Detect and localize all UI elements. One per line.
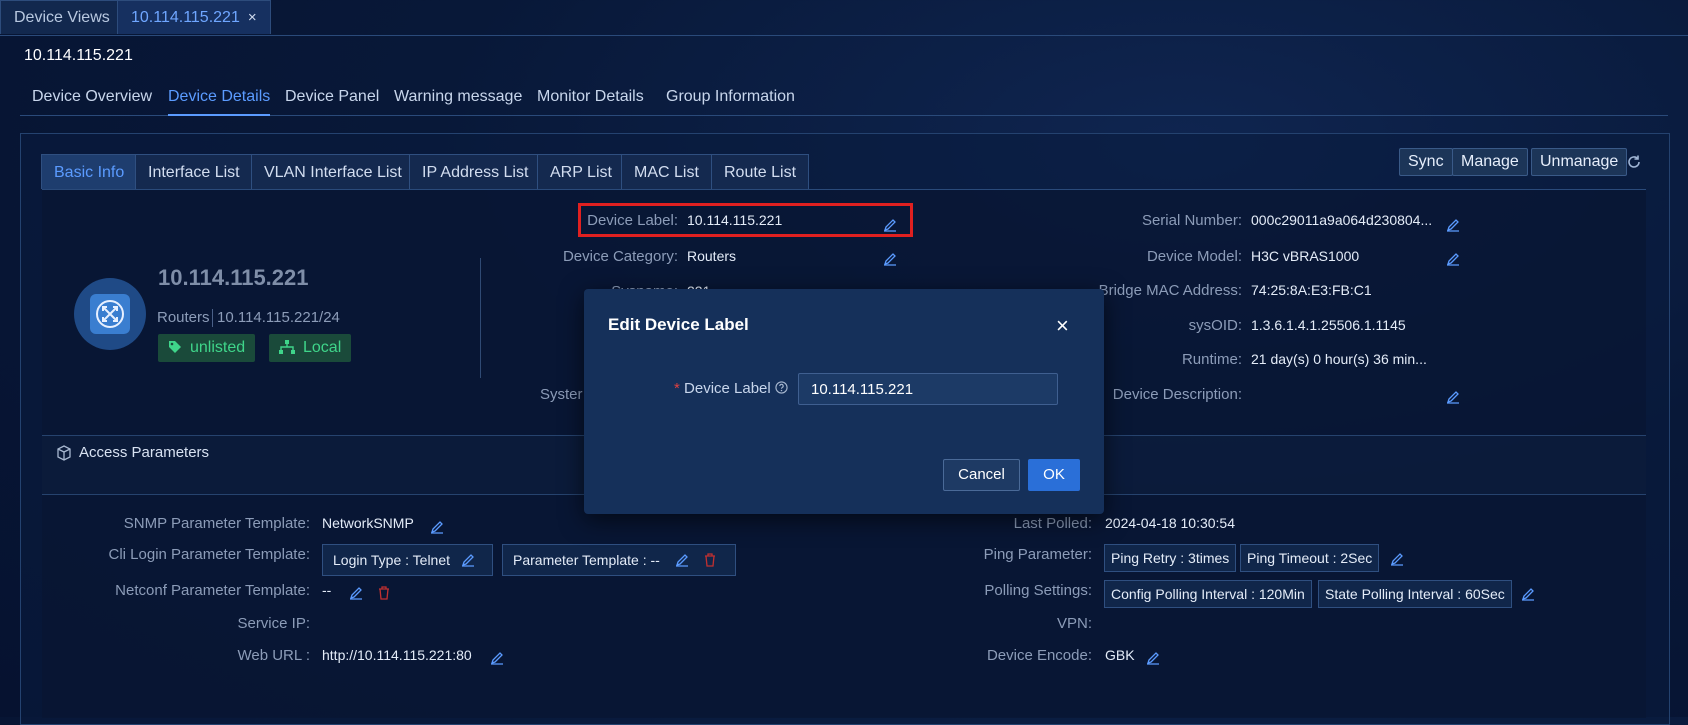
highlight-box [578,203,913,237]
ping-retry: Ping Retry : 3times [1104,544,1237,572]
device-model-value: H3C vBRAS1000 [1251,248,1360,264]
runtime-value: 21 day(s) 0 hour(s) 36 min... [1251,351,1427,367]
device-model-label: Device Model: [1146,248,1242,265]
tab-vlan-interface-list[interactable]: VLAN Interface List [251,154,415,189]
parameter-template-text: Parameter Template : -- [513,552,660,568]
device-category-label: Device Category: [562,248,678,265]
edit-pencil-icon[interactable] [1446,218,1460,232]
help-icon[interactable] [775,381,788,394]
hierarchy-icon [279,336,295,354]
sync-button[interactable]: Sync [1399,148,1453,176]
tab-monitor-details[interactable]: Monitor Details [537,88,644,114]
edit-pencil-icon[interactable] [1446,252,1460,266]
polling-settings-label: Polling Settings: [984,582,1092,599]
sysoid-value: 1.3.6.1.4.1.25506.1.1145 [1251,317,1406,333]
top-tab-bar: Device Views 10.114.115.221 × [0,0,1688,36]
serial-number-value: 000c29011a9a064d230804... [1251,212,1433,228]
divider [212,309,213,327]
tab-label: 10.114.115.221 [131,9,240,26]
state-polling-interval: State Polling Interval : 60Sec [1318,580,1512,608]
device-avatar [74,278,146,350]
edit-pencil-icon[interactable] [461,553,475,567]
manage-button[interactable]: Manage [1452,148,1528,176]
device-encode-label: Device Encode: [986,647,1092,664]
tag-label: unlisted [190,339,246,356]
close-icon[interactable]: × [1056,313,1069,339]
netconf-template-value: -- [322,582,332,598]
device-encode-value: GBK [1105,647,1135,663]
required-mark: * [674,380,680,397]
cancel-button[interactable]: Cancel [943,459,1020,491]
edit-pencil-icon[interactable] [1390,552,1404,566]
device-label-field-label: * Device Label [674,380,788,397]
bridge-mac-value: 74:25:8A:E3:FB:C1 [1251,282,1372,298]
snmp-template-label: SNMP Parameter Template: [123,515,310,532]
tab-arp-list[interactable]: ARP List [537,154,625,189]
netconf-template-label: Netconf Parameter Template: [115,582,310,599]
device-label-input[interactable] [798,373,1058,405]
tab-label: Device Views [14,9,110,26]
cube-icon [56,445,72,461]
ping-parameter-label: Ping Parameter: [983,546,1092,563]
dialog-title: Edit Device Label [608,315,749,334]
access-parameters-title: Access Parameters [79,444,210,461]
tab-device-ip[interactable]: 10.114.115.221 × [117,0,271,34]
tab-interface-list[interactable]: Interface List [135,154,253,189]
divider [480,258,481,378]
unmanage-button[interactable]: Unmanage [1531,148,1628,176]
device-category-value: Routers [687,248,737,264]
tag-icon [168,336,182,353]
login-type-text: Login Type : Telnet [333,552,451,568]
edit-pencil-icon[interactable] [349,586,363,600]
delete-icon[interactable] [703,553,717,567]
field-label-text: Device Label [684,380,771,397]
web-url-label: Web URL : [237,647,310,664]
edit-device-label-dialog: Edit Device Label × * Device Label Cance… [584,289,1104,514]
router-icon [90,294,130,334]
tag-label: Local [303,339,342,356]
ping-timeout: Ping Timeout : 2Sec [1240,544,1380,572]
ok-button[interactable]: OK [1028,459,1080,491]
tab-basic-info[interactable]: Basic Info [41,154,138,189]
vpn-label: VPN: [1056,615,1092,632]
page-title: 10.114.115.221 [24,47,133,64]
delete-icon[interactable] [377,586,391,600]
sub-tab-bar: Device Overview Device Details Device Pa… [20,82,1668,116]
refresh-icon[interactable] [1626,154,1642,170]
edit-pencil-icon[interactable] [883,252,897,266]
tab-device-details[interactable]: Device Details [168,88,271,116]
tab-device-overview[interactable]: Device Overview [32,88,152,114]
tab-route-list[interactable]: Route List [711,154,810,189]
tab-group-information[interactable]: Group Information [666,88,795,114]
edit-pencil-icon[interactable] [1146,651,1160,665]
system-label-partial: Syster [540,386,583,403]
edit-pencil-icon[interactable] [1521,587,1535,601]
device-subnet: 10.114.115.221/24 [217,309,340,326]
close-icon[interactable]: × [248,9,257,26]
web-url-value[interactable]: http://10.114.115.221:80 [322,647,472,663]
last-polled-label: Last Polled: [1013,515,1092,532]
cli-login-type: Login Type : Telnet [322,544,493,576]
tag-unlisted: unlisted [158,334,256,362]
device-type: Routers [157,309,210,326]
last-polled-value: 2024-04-18 10:30:54 [1105,515,1235,531]
cli-template-label: Cli Login Parameter Template: [108,546,311,563]
snmp-template-value: NetworkSNMP [322,515,414,531]
config-polling-interval: Config Polling Interval : 120Min [1104,580,1312,608]
tab-device-views[interactable]: Device Views [0,0,124,34]
tab-mac-list[interactable]: MAC List [621,154,712,189]
serial-number-label: Serial Number: [1141,212,1242,229]
tab-warning-message[interactable]: Warning message [394,88,522,114]
tab-ip-address-list[interactable]: IP Address List [409,154,542,189]
tab-device-panel[interactable]: Device Panel [285,88,379,114]
service-ip-label: Service IP: [237,615,310,632]
edit-pencil-icon[interactable] [430,520,444,534]
device-name: 10.114.115.221 [158,265,309,290]
tag-local: Local [269,334,352,362]
edit-pencil-icon[interactable] [1446,390,1460,404]
edit-pencil-icon[interactable] [490,651,504,665]
edit-pencil-icon[interactable] [675,553,689,567]
cli-parameter-template: Parameter Template : -- [502,544,736,576]
